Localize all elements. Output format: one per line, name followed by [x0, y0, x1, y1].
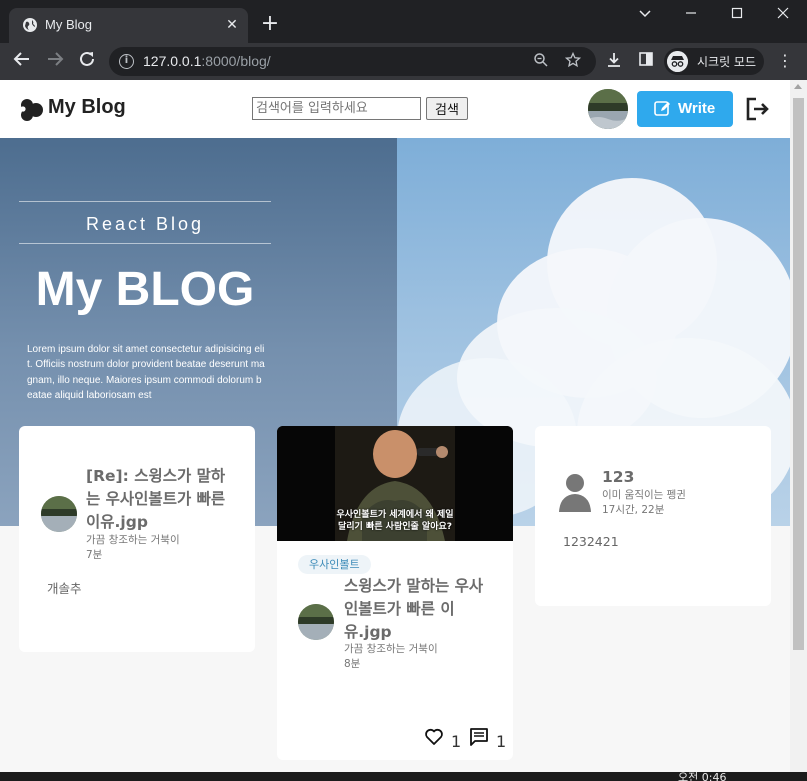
- address-bar[interactable]: i 127.0.0.1:8000/blog/: [109, 47, 596, 76]
- post-thumbnail[interactable]: 우사인볼트가 세계에서 왜 제일 달리기 빠른 사람인줄 알아요?: [277, 426, 513, 541]
- scroll-thumb[interactable]: [793, 98, 804, 650]
- user-avatar[interactable]: [588, 89, 628, 129]
- tab-search-icon[interactable]: [631, 4, 659, 26]
- post-time: 17시간, 22분: [602, 504, 665, 516]
- post-card[interactable]: 123 이미 움직이는 펭귄 17시간, 22분 1232421: [535, 426, 771, 606]
- globe-icon: [23, 18, 37, 32]
- author-avatar[interactable]: [41, 496, 77, 532]
- bookmark-star-icon[interactable]: [564, 51, 582, 70]
- heart-icon[interactable]: [424, 727, 444, 747]
- like-count: 1: [451, 732, 462, 751]
- close-window-icon[interactable]: [769, 4, 797, 26]
- zoom-icon[interactable]: [532, 52, 550, 70]
- post-title[interactable]: [Re]: 스윙스가 말하는 우사인볼트가 빠른 이유.jgp: [86, 465, 238, 534]
- blog-logo-icon[interactable]: [18, 96, 44, 122]
- post-time: 8분: [344, 658, 361, 670]
- incognito-label: 시크릿 모드: [697, 55, 757, 69]
- site-header: My Blog 검색 Write: [0, 80, 790, 138]
- scroll-up-icon[interactable]: [794, 84, 802, 89]
- page-scrollbar[interactable]: [790, 80, 807, 772]
- close-tab-icon[interactable]: ✕: [223, 16, 241, 34]
- incognito-icon: [667, 51, 688, 72]
- download-icon[interactable]: [604, 51, 624, 71]
- thumbnail-caption: 우사인볼트가 세계에서 왜 제일 달리기 빠른 사람인줄 알아요?: [336, 510, 454, 532]
- browser-menu-icon[interactable]: ⋮: [775, 50, 795, 72]
- search-button[interactable]: 검색: [426, 97, 468, 120]
- edit-icon: [654, 101, 670, 116]
- side-panel-icon[interactable]: [636, 51, 656, 71]
- browser-tab[interactable]: My Blog ✕: [9, 8, 248, 43]
- logout-icon[interactable]: [744, 96, 770, 122]
- hero-line-bottom: [19, 243, 271, 244]
- comment-count: 1: [496, 732, 507, 751]
- post-author: 가끔 창조하는 거북이: [86, 534, 180, 546]
- write-button-label: Write: [678, 100, 716, 117]
- hero-line-top: [19, 201, 271, 202]
- forward-icon[interactable]: [44, 50, 66, 72]
- hero-title: My BLOG: [35, 263, 255, 316]
- author-avatar[interactable]: [298, 604, 334, 640]
- taskbar-clock: 오전 0:46: [678, 772, 727, 781]
- hero-description: Lorem ipsum dolor sit amet consectetur a…: [27, 344, 265, 401]
- post-excerpt: 1232421: [563, 534, 619, 549]
- default-avatar-icon[interactable]: [557, 472, 593, 512]
- post-title[interactable]: 123: [602, 466, 754, 489]
- site-logo-text[interactable]: My Blog: [48, 96, 126, 119]
- comment-icon[interactable]: [469, 727, 489, 747]
- new-tab-icon[interactable]: +: [260, 13, 280, 35]
- browser-toolbar: i 127.0.0.1:8000/blog/ 시크릿 모드 ⋮: [0, 43, 807, 80]
- url-text[interactable]: 127.0.0.1:8000/blog/: [143, 53, 271, 69]
- search-input[interactable]: [252, 97, 421, 120]
- post-author: 가끔 창조하는 거북이: [344, 643, 438, 655]
- post-excerpt: 개솔추: [47, 581, 82, 596]
- post-tag[interactable]: 우사인볼트: [298, 555, 371, 574]
- os-taskbar: 오전 0:46: [0, 772, 807, 781]
- browser-tabbar: My Blog ✕ +: [0, 0, 807, 43]
- post-title[interactable]: 스윙스가 말하는 우사인볼트가 빠른 이유.jgp: [344, 575, 496, 644]
- site-info-icon[interactable]: i: [119, 54, 134, 69]
- post-time: 7분: [86, 549, 103, 561]
- post-card[interactable]: 우사인볼트가 세계에서 왜 제일 달리기 빠른 사람인줄 알아요? 우사인볼트 …: [277, 426, 513, 760]
- minimize-icon[interactable]: [677, 4, 705, 26]
- tab-title: My Blog: [45, 17, 92, 32]
- post-card[interactable]: [Re]: 스윙스가 말하는 우사인볼트가 빠른 이유.jgp 가끔 창조하는 …: [19, 426, 255, 652]
- incognito-indicator[interactable]: 시크릿 모드: [664, 48, 764, 75]
- web-page: My Blog 검색 Write: [0, 80, 790, 772]
- back-icon[interactable]: [11, 50, 33, 72]
- maximize-icon[interactable]: [723, 4, 751, 26]
- hero-subtitle: React Blog: [85, 214, 205, 234]
- reload-icon[interactable]: [76, 50, 98, 72]
- write-button[interactable]: Write: [637, 91, 733, 127]
- post-author: 이미 움직이는 펭귄: [602, 489, 686, 501]
